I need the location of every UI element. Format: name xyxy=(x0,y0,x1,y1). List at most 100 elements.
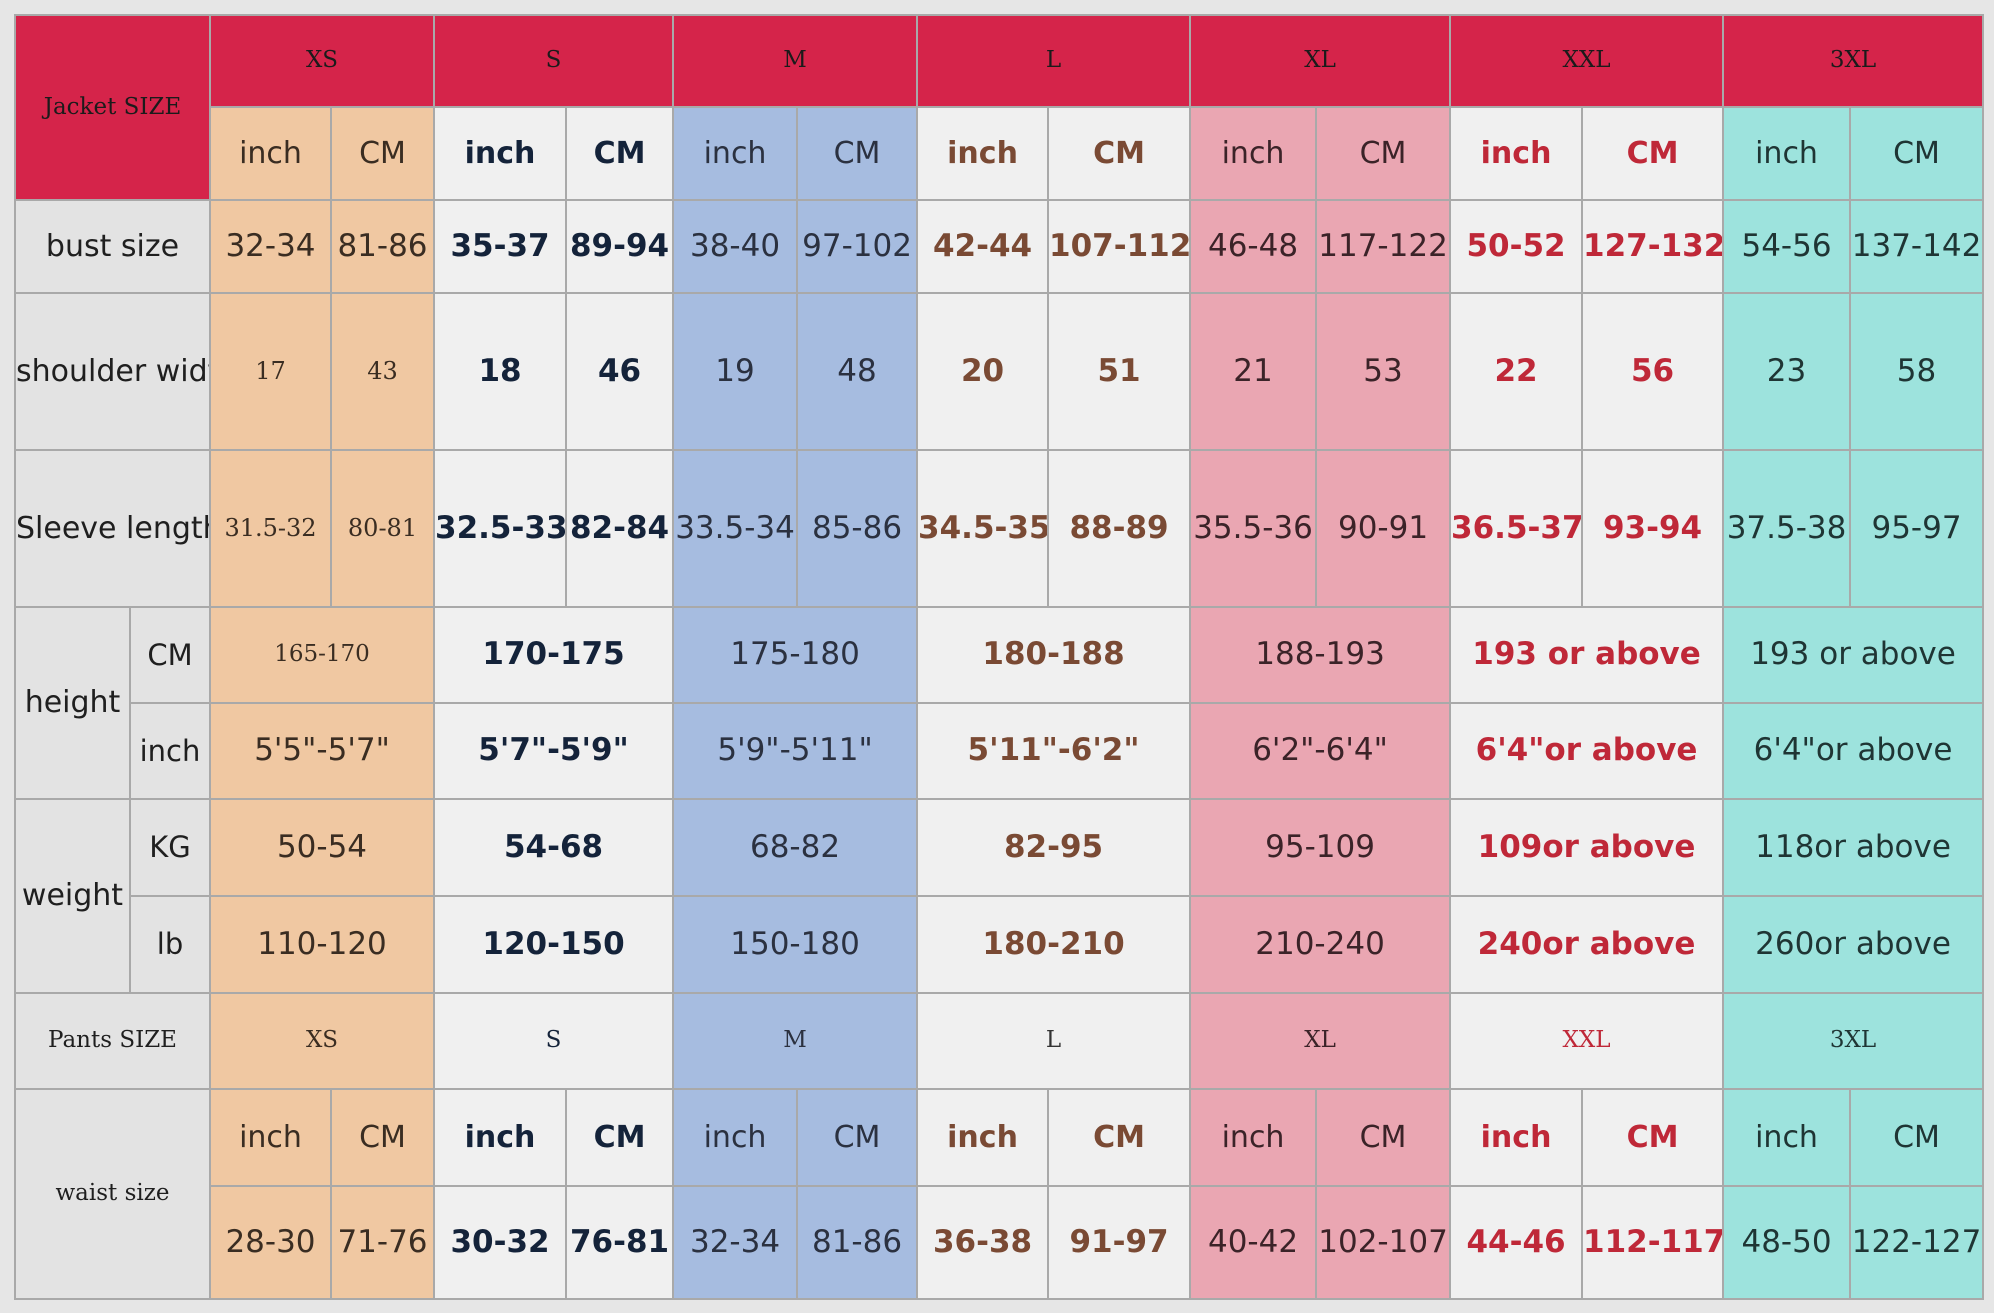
pants-size-s: S xyxy=(433,992,675,1090)
bust-value: 50-52 xyxy=(1449,199,1584,294)
sleeve-length-row: Sleeve length 31.5-32 80-81 32.5-33 82-8… xyxy=(14,449,1985,608)
weight-lb-value: 240or above xyxy=(1449,895,1725,994)
pants-size-l: L xyxy=(916,992,1192,1090)
waist-value: 122-127 xyxy=(1849,1185,1985,1300)
shoulder-value: 58 xyxy=(1849,292,1985,451)
unit-cm: CM xyxy=(1047,1088,1192,1187)
bust-value: 127-132 xyxy=(1581,199,1725,294)
shoulder-value: 46 xyxy=(565,292,675,451)
sleeve-value: 93-94 xyxy=(1581,449,1725,608)
weight-kg-value: 54-68 xyxy=(433,798,675,897)
weight-lb-value: 120-150 xyxy=(433,895,675,994)
size-header-xs: XS xyxy=(208,14,436,108)
size-header-s: S xyxy=(433,14,675,108)
size-header-xxl: XXL xyxy=(1449,14,1725,108)
pants-size-m: M xyxy=(672,992,919,1090)
waist-size-row: 28-30 71-76 30-32 76-81 32-34 81-86 36-3… xyxy=(15,1185,1985,1300)
sleeve-value: 34.5-35 xyxy=(916,449,1050,608)
sleeve-value: 88-89 xyxy=(1047,449,1192,608)
unit-cm: CM xyxy=(1047,106,1192,201)
height-cm-unit: CM xyxy=(129,606,211,704)
unit-inch: inch xyxy=(433,106,568,201)
waist-value: 48-50 xyxy=(1722,1185,1852,1300)
unit-inch: inch xyxy=(1449,106,1584,201)
shoulder-value: 43 xyxy=(329,292,436,451)
height-cm-row: height CM 165-170 170-175 175-180 180-18… xyxy=(14,606,1985,800)
unit-cm: CM xyxy=(1849,106,1985,201)
bust-value: 46-48 xyxy=(1189,199,1318,294)
weight-kg-value: 95-109 xyxy=(1189,798,1452,897)
shoulder-value: 17 xyxy=(209,292,332,451)
shoulder-value: 18 xyxy=(433,292,568,451)
shoulder-value: 22 xyxy=(1449,292,1584,451)
sleeve-value: 95-97 xyxy=(1849,449,1985,608)
sleeve-value: 37.5-38 xyxy=(1722,449,1852,608)
weight-lb-value: 150-180 xyxy=(672,895,919,994)
waist-value: 28-30 xyxy=(209,1185,332,1300)
height-cm-value: 193 or above xyxy=(1722,606,1985,704)
unit-inch: inch xyxy=(672,1088,799,1187)
weight-label: weight xyxy=(14,798,131,994)
waist-value: 30-32 xyxy=(433,1185,568,1300)
unit-cm: CM xyxy=(796,106,919,201)
shoulder-value: 53 xyxy=(1315,292,1452,451)
bust-value: 38-40 xyxy=(672,199,799,294)
pants-size-xs: XS xyxy=(208,992,436,1090)
waist-value: 112-117 xyxy=(1581,1185,1725,1300)
pants-size-label: Pants SIZE xyxy=(14,992,211,1090)
bust-value: 42-44 xyxy=(916,199,1050,294)
unit-cm: CM xyxy=(565,106,675,201)
sleeve-value: 82-84 xyxy=(565,449,675,608)
weight-lb-row: lb 110-120 120-150 150-180 180-210 210-2… xyxy=(15,895,1985,994)
shoulder-width-row: shoulder width 17 43 18 46 19 48 20 51 2… xyxy=(14,292,1985,451)
unit-inch: inch xyxy=(1722,106,1852,201)
height-inch-value: 6'4"or above xyxy=(1449,702,1725,800)
sleeve-value: 36.5-37 xyxy=(1449,449,1584,608)
bust-value: 137-142 xyxy=(1849,199,1985,294)
unit-cm: CM xyxy=(1849,1088,1985,1187)
sleeve-length-label: Sleeve length xyxy=(14,449,211,608)
unit-cm: CM xyxy=(329,106,436,201)
height-inch-value: 5'7"-5'9" xyxy=(433,702,675,800)
height-cm-value: 180-188 xyxy=(916,606,1192,704)
size-header-3xl: 3XL xyxy=(1722,14,1985,108)
height-inch-value: 6'4"or above xyxy=(1722,702,1985,800)
pants-size-xl: XL xyxy=(1189,992,1452,1090)
unit-inch: inch xyxy=(672,106,799,201)
bust-size-label: bust size xyxy=(14,199,211,294)
pants-size-xxl: XXL xyxy=(1449,992,1725,1090)
waist-size-label: waist size xyxy=(14,1088,211,1300)
unit-inch: inch xyxy=(209,106,332,201)
size-header-l: L xyxy=(916,14,1192,108)
bust-value: 107-112 xyxy=(1047,199,1192,294)
waist-value: 102-107 xyxy=(1315,1185,1452,1300)
bust-value: 89-94 xyxy=(565,199,675,294)
weight-lb-value: 210-240 xyxy=(1189,895,1452,994)
jacket-unit-row: inch CM inch CM inch CM inch CM inch CM … xyxy=(15,106,1985,201)
sleeve-value: 31.5-32 xyxy=(209,449,332,608)
shoulder-width-label: shoulder width xyxy=(14,292,211,451)
sleeve-value: 85-86 xyxy=(796,449,919,608)
sleeve-value: 90-91 xyxy=(1315,449,1452,608)
shoulder-value: 48 xyxy=(796,292,919,451)
jacket-size-label: Jacket SIZE xyxy=(14,14,211,201)
size-header-xl: XL xyxy=(1189,14,1452,108)
unit-inch: inch xyxy=(1189,1088,1318,1187)
height-cm-value: 170-175 xyxy=(433,606,675,704)
height-inch-value: 6'2"-6'4" xyxy=(1189,702,1452,800)
weight-kg-row: weight KG 50-54 54-68 68-82 82-95 95-109… xyxy=(14,798,1985,994)
unit-inch: inch xyxy=(916,106,1050,201)
unit-cm: CM xyxy=(565,1088,675,1187)
unit-inch: inch xyxy=(1189,106,1318,201)
bust-value: 117-122 xyxy=(1315,199,1452,294)
weight-kg-value: 68-82 xyxy=(672,798,919,897)
height-cm-value: 175-180 xyxy=(672,606,919,704)
waist-value: 36-38 xyxy=(916,1185,1050,1300)
height-inch-unit: inch xyxy=(129,702,211,800)
unit-cm: CM xyxy=(796,1088,919,1187)
waist-value: 71-76 xyxy=(329,1185,436,1300)
size-chart-table: Jacket SIZE XS S M L XL XXL 3XL inch CM … xyxy=(14,14,1985,1300)
sleeve-value: 35.5-36 xyxy=(1189,449,1318,608)
unit-cm: CM xyxy=(1581,106,1725,201)
weight-lb-value: 180-210 xyxy=(916,895,1192,994)
